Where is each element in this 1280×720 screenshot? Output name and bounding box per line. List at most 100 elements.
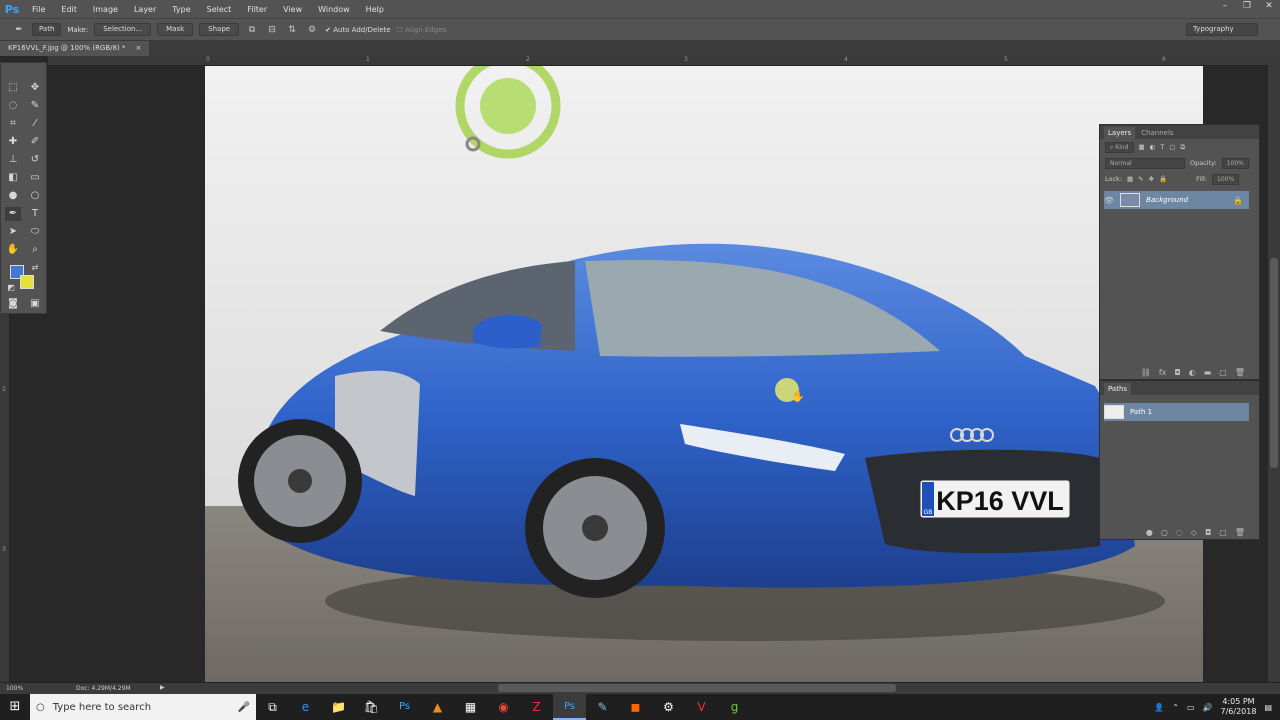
menu-file[interactable]: File	[24, 5, 53, 14]
align-edges-checkbox[interactable]: ☐ Align Edges	[397, 26, 447, 34]
make-work-path-icon[interactable]: ◇	[1191, 528, 1197, 537]
taskbar-search-box[interactable]: ○ Type here to search 🎤	[30, 694, 256, 720]
ellipse-tool-icon[interactable]: ⬭	[27, 225, 43, 239]
file-explorer-icon[interactable]: 📁	[322, 694, 355, 720]
path-arrangement-icon[interactable]: ⇅	[285, 24, 299, 36]
lock-image-icon[interactable]: ✎	[1138, 175, 1143, 183]
opacity-field[interactable]: 100%	[1221, 157, 1249, 169]
menu-image[interactable]: Image	[85, 5, 126, 14]
lasso-tool-icon[interactable]: ◌	[5, 99, 21, 113]
make-selection-button[interactable]: Selection...	[94, 23, 152, 36]
chrome-icon[interactable]: ◉	[487, 694, 520, 720]
delete-path-icon[interactable]: 🗑	[1235, 528, 1245, 537]
windows-start-icon[interactable]: ⊞	[0, 694, 30, 720]
quick-selection-tool-icon[interactable]: ✎	[27, 99, 43, 113]
auto-add-delete-checkbox[interactable]: ✔ Auto Add/Delete	[325, 26, 390, 34]
media-app-icon[interactable]: ▦	[454, 694, 487, 720]
default-colors-icon[interactable]: ◩	[3, 281, 19, 295]
tab-paths[interactable]: Paths	[1104, 383, 1132, 395]
menu-select[interactable]: Select	[199, 5, 240, 14]
tab-channels[interactable]: Channels	[1137, 127, 1177, 139]
lock-all-icon[interactable]: 🔒	[1159, 175, 1167, 183]
close-tab-icon[interactable]: ×	[135, 41, 141, 56]
volume-icon[interactable]: 🔊	[1203, 703, 1213, 712]
menu-help[interactable]: Help	[358, 5, 392, 14]
type-tool-icon[interactable]: T	[27, 207, 43, 221]
new-group-icon[interactable]: ▬	[1204, 368, 1212, 377]
vertical-scroll-thumb[interactable]	[1270, 258, 1278, 468]
eyedropper-tool-icon[interactable]: ⁄	[27, 117, 43, 131]
quick-mask-icon[interactable]: ◙	[5, 297, 21, 311]
path-selection-tool-icon[interactable]: ➤	[5, 225, 21, 239]
document-tab[interactable]: KP16VVL_F.jpg @ 100% (RGB/8) * ×	[0, 41, 150, 56]
stroke-path-icon[interactable]: ○	[1161, 528, 1168, 537]
link-layers-icon[interactable]: ⛓	[1141, 368, 1151, 377]
lock-transparent-icon[interactable]: ▦	[1127, 175, 1133, 183]
crop-tool-icon[interactable]: ⌗	[5, 117, 21, 131]
notifications-icon[interactable]: ▤	[1264, 703, 1272, 712]
tool-mode-dropdown[interactable]: Path	[32, 23, 62, 36]
minimize-button[interactable]: –	[1214, 0, 1236, 14]
pen-tool-icon[interactable]: ✒	[5, 207, 21, 221]
add-mask-path-icon[interactable]: ◘	[1205, 528, 1211, 537]
gear-icon[interactable]: ⚙	[305, 24, 319, 36]
load-as-selection-icon[interactable]: ◌	[1176, 528, 1183, 537]
menu-type[interactable]: Type	[164, 5, 198, 14]
gradient-tool-icon[interactable]: ▭	[27, 171, 43, 185]
microphone-icon[interactable]: 🎤	[238, 702, 250, 713]
network-app-icon[interactable]: ⚙	[652, 694, 685, 720]
zoom-level[interactable]: 100%	[6, 685, 23, 692]
menu-window[interactable]: Window	[310, 5, 358, 14]
history-brush-tool-icon[interactable]: ↺	[27, 153, 43, 167]
healing-brush-tool-icon[interactable]: ✚	[5, 135, 21, 149]
filter-shape-icon[interactable]: ▢	[1169, 143, 1175, 151]
marquee-tool-icon[interactable]: ⬚	[5, 81, 21, 95]
new-layer-icon[interactable]: ▢	[1219, 368, 1227, 377]
move-tool-icon[interactable]: ✥	[27, 81, 43, 95]
path-alignment-icon[interactable]: ⊟	[265, 24, 279, 36]
adjustment-layer-icon[interactable]: ◐	[1189, 368, 1196, 377]
lock-position-icon[interactable]: ✥	[1149, 175, 1154, 183]
background-color-swatch[interactable]	[20, 275, 34, 289]
filter-adjustment-icon[interactable]: ◐	[1150, 143, 1156, 151]
layer-filter-dropdown[interactable]: ⌕ Kind	[1105, 141, 1134, 153]
make-mask-button[interactable]: Mask	[157, 23, 194, 36]
green-app-icon[interactable]: g	[718, 694, 751, 720]
ruler-top[interactable]: 0 1 2 3 4 5 6	[48, 56, 1268, 66]
tray-chevron-icon[interactable]: ⌃	[1172, 703, 1179, 712]
orange-app-icon[interactable]: ◼	[619, 694, 652, 720]
document-canvas[interactable]: GB KP16 VVL ✋	[205, 66, 1203, 682]
fill-field[interactable]: 100%	[1212, 173, 1240, 185]
edge-browser-icon[interactable]: e	[289, 694, 322, 720]
filezilla-icon[interactable]: Z	[520, 694, 553, 720]
eye-icon[interactable]: 👁	[1104, 196, 1114, 205]
restore-button[interactable]: ❐	[1236, 0, 1258, 14]
screen-mode-icon[interactable]: ▣	[27, 297, 43, 311]
menu-edit[interactable]: Edit	[53, 5, 85, 14]
network-icon[interactable]: ▭	[1187, 703, 1195, 712]
hand-tool-icon[interactable]: ✋	[5, 243, 21, 257]
new-path-icon[interactable]: ▢	[1219, 528, 1227, 537]
eraser-tool-icon[interactable]: ◧	[5, 171, 21, 185]
horizontal-scroll-thumb[interactable]	[498, 684, 896, 692]
vlc-icon[interactable]: ▲	[421, 694, 454, 720]
pen-tool-preset-icon[interactable]: ✒	[12, 24, 26, 36]
status-menu-arrow-icon[interactable]: ▶	[160, 684, 165, 691]
menu-view[interactable]: View	[275, 5, 310, 14]
clone-stamp-tool-icon[interactable]: ⊥	[5, 153, 21, 167]
brush-tool-icon[interactable]: ✐	[27, 135, 43, 149]
vivaldi-icon[interactable]: V	[685, 694, 718, 720]
fill-path-icon[interactable]: ●	[1146, 528, 1153, 537]
workspace-switcher[interactable]: Typography	[1186, 23, 1258, 36]
layer-style-icon[interactable]: fx	[1159, 368, 1167, 377]
task-view-icon[interactable]: ⧉	[256, 694, 289, 720]
photoshop-taskbar-icon[interactable]: Ps	[388, 694, 421, 720]
filter-pixel-icon[interactable]: ▦	[1139, 143, 1145, 151]
make-shape-button[interactable]: Shape	[199, 23, 240, 36]
photoshop-active-icon[interactable]: Ps	[553, 694, 586, 720]
filter-smart-object-icon[interactable]: ⧉	[1180, 143, 1185, 152]
add-mask-icon[interactable]: ◘	[1174, 368, 1180, 377]
filter-type-icon[interactable]: T	[1160, 143, 1164, 151]
tab-layers[interactable]: Layers	[1104, 127, 1136, 139]
clock[interactable]: 4:05 PM 7/6/2018	[1221, 697, 1257, 717]
